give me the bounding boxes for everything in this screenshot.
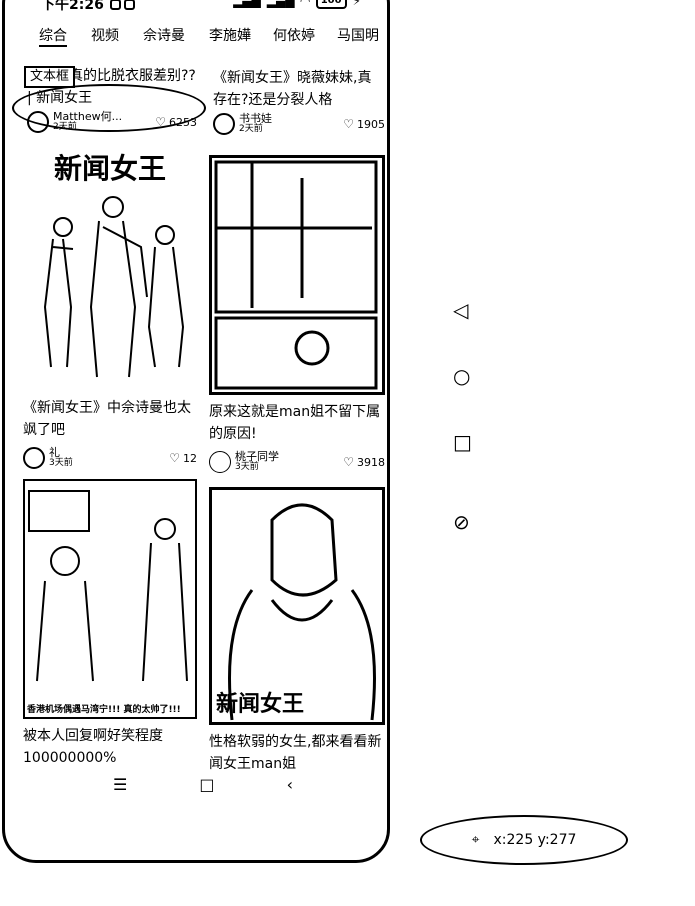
avatar	[213, 113, 235, 135]
nav-bar: ☰ □ ‹	[113, 775, 293, 794]
card-title: 原来这就是man姐不留下属的原因!	[209, 404, 381, 442]
like-count[interactable]: ♡ 1905	[343, 117, 385, 131]
tab-li-shihua[interactable]: 李施嬅	[209, 25, 251, 47]
signal-icon: ▂▄▆	[266, 0, 295, 8]
tab-she-shiman[interactable]: 佘诗曼	[143, 25, 185, 47]
card-image	[209, 155, 385, 395]
post-date: 3天前	[49, 458, 73, 468]
like-count[interactable]: ♡ 3918	[343, 455, 385, 469]
image-title-text: 新闻女王	[53, 152, 166, 185]
post-date: 3天前	[235, 462, 259, 472]
notification-icon	[123, 0, 135, 10]
crosshair-icon: ⌖	[471, 832, 480, 848]
like-count[interactable]: ♡ 12	[169, 451, 197, 465]
phone-frame: 下午2:26 ▂▄▆ ▂▄▆ ◠ 100 ⚡ 综合 视频 佘诗曼 李施嬅 何依婷…	[2, 0, 390, 863]
battery-indicator: 100	[315, 0, 347, 9]
avatar	[23, 447, 45, 469]
rotate-icon[interactable]: ⊘	[453, 510, 470, 534]
collage-illustration	[214, 160, 378, 390]
tab-bar: 综合 视频 佘诗曼 李施嬅 何依婷 马国明	[39, 25, 379, 47]
notification-icon	[109, 0, 121, 10]
signal-icon: ▂▄▆	[233, 0, 261, 8]
feed-card[interactable]: 香港机场偶遇马湾宁!!! 真的太帅了!!! 被本人回复啊好笑程度10000000…	[23, 479, 197, 769]
card-meta: 礼 3天前 ♡ 12	[23, 447, 197, 469]
tab-he-yiting[interactable]: 何依婷	[273, 25, 315, 47]
card-title: 《新闻女王》晓薇妹妹,真存在?还是分裂人格	[213, 70, 372, 108]
heart-icon: ♡	[343, 455, 354, 469]
menu-icon[interactable]: ☰	[113, 775, 127, 794]
card-title: 性格软弱的女生,都来看看新闻女王man姐	[209, 734, 382, 772]
tab-ma-guoming[interactable]: 马国明	[337, 25, 379, 47]
feed-card[interactable]: 《新闻女王》晓薇妹妹,真存在?还是分裂人格 书书娃 2天前 ♡ 1905	[213, 67, 385, 135]
photo-illustration	[28, 490, 188, 682]
heart-icon: ♡	[343, 117, 354, 131]
home-icon[interactable]: □	[199, 775, 214, 794]
card-meta: 桃子同学 3天前 ♡ 3918	[209, 451, 385, 473]
people-illustration	[43, 196, 185, 378]
feed-card[interactable]: 新闻女王 《新闻女王》中佘诗曼也太飒了吧 礼 3天前 ♡ 12	[23, 143, 197, 469]
annotation-ellipse	[12, 84, 206, 132]
feed-card[interactable]: 新闻女王 性格软弱的女生,都来看看新闻女王man姐	[209, 487, 385, 775]
wifi-icon: ◠	[300, 0, 310, 8]
annotation-tag: 文本框	[24, 66, 76, 88]
coordinate-readout: ⌖ x:225 y:277	[420, 815, 628, 865]
card-title: 《新闻女王》中佘诗曼也太飒了吧	[23, 400, 191, 438]
feed-card[interactable]: 原来这就是man姐不留下属的原因! 桃子同学 3天前 ♡ 3918	[209, 155, 385, 473]
card-image: 新闻女王	[23, 143, 197, 391]
image-caption: 香港机场偶遇马湾宁!!! 真的太帅了!!!	[27, 705, 181, 715]
tab-video[interactable]: 视频	[91, 25, 119, 47]
back-icon[interactable]: ‹	[287, 775, 293, 794]
avatar	[209, 451, 231, 473]
card-title: 被本人回复啊好笑程度100000000%	[23, 728, 163, 766]
status-time: 下午2:26	[41, 0, 104, 13]
card-image: 香港机场偶遇马湾宁!!! 真的太帅了!!!	[23, 479, 197, 719]
recents-square-icon[interactable]: □	[453, 430, 472, 454]
charging-icon: ⚡	[352, 0, 361, 8]
status-bar: 下午2:26 ▂▄▆ ▂▄▆ ◠ 100 ⚡	[41, 0, 379, 15]
coordinate-text: x:225 y:277	[493, 832, 577, 848]
post-date: 2天前	[239, 124, 263, 134]
image-title-text: 新闻女王	[216, 691, 305, 717]
heart-icon: ♡	[169, 451, 180, 465]
card-image: 新闻女王	[209, 487, 385, 725]
home-circle-icon[interactable]: ○	[453, 364, 470, 388]
back-triangle-icon[interactable]: ◁	[453, 298, 468, 322]
tab-comprehensive[interactable]: 综合	[39, 25, 67, 47]
card-meta: 书书娃 2天前 ♡ 1905	[213, 113, 385, 135]
